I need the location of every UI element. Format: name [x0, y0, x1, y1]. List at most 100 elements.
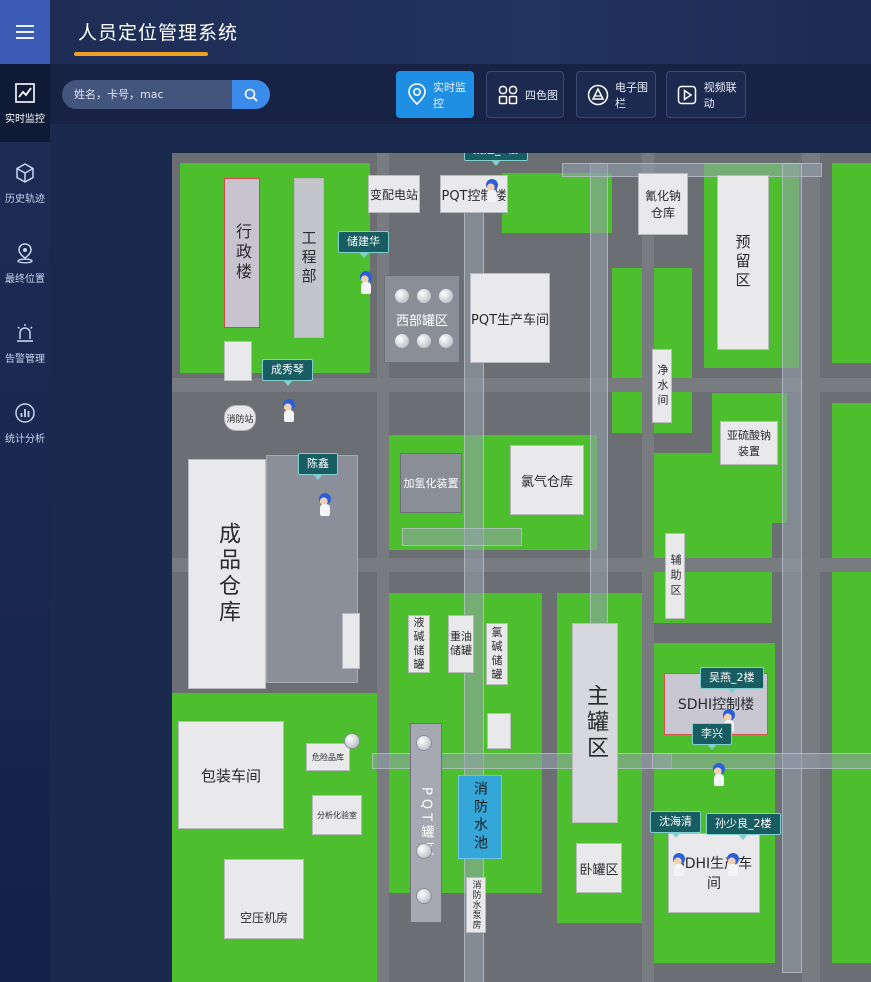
road — [802, 153, 820, 982]
tab-label: 电子围栏 — [615, 80, 648, 110]
building-fire-station[interactable]: 消防站 — [224, 405, 256, 431]
person-tag[interactable]: 吴燕_2楼 — [700, 667, 764, 694]
location-icon — [407, 82, 427, 106]
building-desulfur[interactable]: 亚硫酸钠装置 — [720, 421, 778, 465]
tab-video-linkage[interactable]: 视频联动 — [666, 71, 746, 118]
grid-icon — [497, 84, 519, 106]
label: 液碱 — [413, 616, 425, 643]
person-tag[interactable]: 储建华 — [338, 231, 389, 258]
tab-label: 四色图 — [525, 88, 558, 102]
sidebar-item-alarm[interactable]: 告警管理 — [0, 304, 50, 382]
pipe-rack — [590, 163, 608, 693]
tab-label: 视频联动 — [703, 80, 737, 110]
building-pqt-workshop[interactable]: PQT生产车间 — [470, 273, 550, 363]
building-engineering[interactable]: 工程部 — [294, 178, 324, 338]
person-marker[interactable] — [318, 493, 332, 517]
search-box — [62, 80, 232, 109]
chart-icon — [14, 82, 36, 104]
page-title: 人员定位管理系统 — [78, 22, 239, 44]
person-tag[interactable]: 李兴 — [692, 723, 732, 750]
storage-tank — [416, 888, 432, 904]
building-water[interactable]: 净水间 — [652, 349, 672, 423]
building-fire-pool[interactable]: 消防水池 — [458, 775, 502, 859]
tab-four-color-map[interactable]: 四色图 — [486, 71, 564, 118]
alarm-icon — [14, 322, 36, 344]
location-pin-icon — [14, 242, 36, 264]
building-finished-goods[interactable]: 成品仓库 — [188, 459, 266, 689]
person-marker[interactable] — [726, 853, 740, 877]
building-admin[interactable]: 行政楼 — [224, 178, 260, 328]
person-tag[interactable]: 孙少良_2楼 — [706, 813, 781, 840]
menu-toggle-button[interactable] — [0, 0, 50, 64]
building-tank-c[interactable]: 氯碱 储罐 — [486, 623, 508, 685]
fence-icon — [587, 84, 609, 106]
toolbar: 实时监控 四色图 电子围栏 视频联动 — [50, 64, 871, 124]
person-marker[interactable] — [282, 399, 296, 423]
person-tag[interactable]: 魏建_2楼 — [464, 153, 528, 166]
small-building — [342, 613, 360, 669]
sidebar-item-label: 统计分析 — [5, 433, 45, 445]
small-building — [224, 341, 252, 381]
building-fire-pump[interactable]: 消防水泵房 — [466, 877, 486, 933]
bar-stats-icon — [14, 402, 36, 424]
sidebar-item-realtime[interactable]: 实时监控 — [0, 64, 50, 142]
storage-tank — [416, 735, 432, 751]
label: 储罐 — [413, 644, 425, 671]
building-horizontal-tank[interactable]: 卧罐区 — [576, 843, 622, 893]
storage-tank — [394, 288, 410, 304]
factory-map[interactable]: 行政楼 工程部 变配电站 PQT控制楼 氰化钠仓库 预留区 西部罐区 PQT生产… — [172, 153, 871, 982]
building-sodium-cyanide[interactable]: 氰化钠仓库 — [638, 173, 688, 235]
pipe-rack — [652, 753, 871, 769]
building-substation[interactable]: 变配电站 — [368, 175, 420, 213]
building-aux[interactable]: 辅助区 — [665, 533, 685, 619]
title-underline — [74, 52, 208, 56]
road — [642, 153, 654, 982]
sidebar-item-statistics[interactable]: 统计分析 — [0, 384, 50, 462]
green-area — [180, 163, 370, 373]
label: 储罐 — [450, 644, 472, 657]
person-tag[interactable]: 陈鑫 — [298, 453, 338, 480]
sidebar-item-label: 最终位置 — [5, 273, 45, 285]
search-button[interactable] — [232, 80, 270, 109]
building-packaging[interactable]: 包装车间 — [178, 721, 284, 829]
person-marker[interactable] — [485, 179, 499, 203]
app-root: 实时监控 历史轨迹 最终位置 告警管理 统计分析 人员定位管理系统 姓名，卡号，… — [0, 0, 871, 982]
person-tag[interactable]: 沈海清 — [650, 811, 701, 838]
pipe-rack — [402, 528, 522, 546]
label: 氯碱 — [491, 626, 503, 653]
storage-tank — [394, 333, 410, 349]
tab-electronic-fence[interactable]: 电子围栏 — [576, 71, 656, 118]
cube-icon — [14, 162, 36, 184]
building-tank-b[interactable]: 重油 储罐 — [448, 615, 474, 673]
storage-tank — [416, 333, 432, 349]
top-header: 人员定位管理系统 — [50, 0, 871, 64]
building-tank-a[interactable]: 液碱 储罐 — [408, 615, 430, 673]
building-air-compressor[interactable]: 空压机房 — [224, 859, 304, 939]
storage-tank — [416, 843, 432, 859]
green-area — [832, 403, 871, 963]
search-input[interactable] — [62, 88, 202, 101]
search-icon — [244, 88, 258, 102]
building-hydrogenation[interactable]: 加氢化装置 — [400, 453, 462, 513]
sidebar-item-history[interactable]: 历史轨迹 — [0, 144, 50, 222]
person-marker[interactable] — [672, 853, 686, 877]
storage-tank — [438, 333, 454, 349]
person-tag[interactable]: 成秀琴 — [262, 359, 313, 386]
hamburger-icon — [16, 25, 34, 39]
sidebar-item-label: 告警管理 — [5, 353, 45, 365]
sidebar: 实时监控 历史轨迹 最终位置 告警管理 统计分析 — [0, 0, 50, 982]
pipe-rack — [782, 163, 802, 973]
building-small-b[interactable]: 分析化验室 — [312, 795, 362, 835]
small-building — [487, 713, 511, 749]
building-reserved[interactable]: 预留区 — [717, 175, 769, 350]
person-marker[interactable] — [359, 271, 373, 295]
sidebar-item-last-location[interactable]: 最终位置 — [0, 224, 50, 302]
tab-realtime-monitor[interactable]: 实时监控 — [396, 71, 474, 118]
building-chlorine[interactable]: 氯气仓库 — [510, 445, 584, 515]
storage-tank — [344, 733, 360, 749]
person-marker[interactable] — [712, 763, 726, 787]
building-main-tank[interactable]: 主罐区 — [572, 623, 618, 823]
sidebar-item-label: 实时监控 — [5, 113, 45, 125]
building-small-a[interactable]: 危险品库 — [306, 743, 350, 771]
label: 重油 — [450, 630, 472, 643]
